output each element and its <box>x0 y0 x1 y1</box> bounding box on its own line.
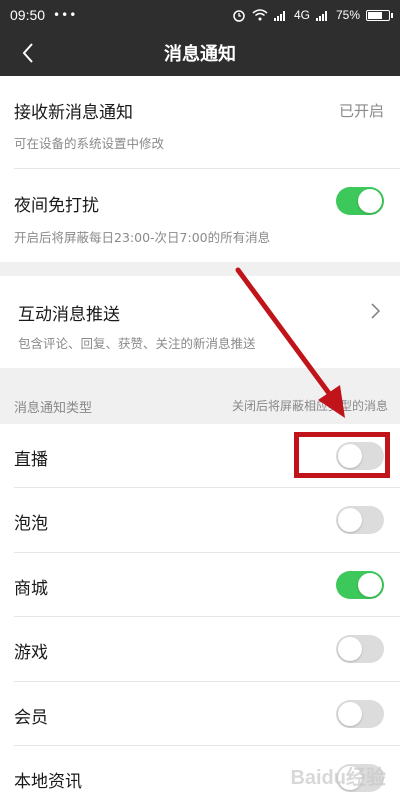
toggle-knob <box>358 573 382 597</box>
section-header: 消息通知类型 关闭后将屏蔽相应类型的消息 <box>0 386 400 424</box>
type-row-bubble: 泡泡 <box>0 488 400 553</box>
section-title: 消息通知类型 <box>14 401 93 416</box>
back-button[interactable] <box>8 30 48 76</box>
interaction-push-row[interactable]: 互动消息推送 包含评论、回复、获赞、关注的新消息推送 <box>0 276 400 368</box>
toggle-knob <box>338 702 362 726</box>
night-mode-toggle[interactable] <box>336 187 384 215</box>
type-label: 直播 <box>14 450 48 470</box>
type-label: 商城 <box>14 579 48 599</box>
battery-icon <box>366 9 393 21</box>
type-toggle[interactable] <box>336 635 384 663</box>
type-row-game: 游戏 <box>0 617 400 682</box>
night-mode-row: 夜间免打扰 开启后将屏蔽每日23:00-次日7:00的所有消息 <box>0 169 400 262</box>
receive-notifications-title: 接收新消息通知 <box>14 103 133 123</box>
receive-notifications-subtitle: 可在设备的系统设置中修改 <box>14 136 165 151</box>
signal-icon-2 <box>315 11 327 21</box>
toggle-knob <box>338 508 362 532</box>
type-toggle[interactable] <box>336 700 384 728</box>
type-row-mall: 商城 <box>0 553 400 617</box>
section-hint: 关闭后将屏蔽相应类型的消息 <box>231 399 388 413</box>
interaction-push-title: 互动消息推送 <box>18 305 120 325</box>
interaction-push-subtitle: 包含评论、回复、获赞、关注的新消息推送 <box>18 336 256 351</box>
toggle-knob <box>338 637 362 661</box>
chevron-right-icon <box>371 303 380 319</box>
notification-dots: ••• <box>53 8 78 22</box>
battery-fill <box>368 11 383 19</box>
type-label: 会员 <box>14 708 48 728</box>
status-time: 09:50 <box>10 7 46 23</box>
nav-bar: 消息通知 <box>0 30 400 76</box>
type-toggle[interactable] <box>336 571 384 599</box>
type-label: 本地资讯 <box>14 772 82 792</box>
network-type: 4G <box>293 8 310 22</box>
alarm-icon <box>233 10 245 22</box>
type-label: 游戏 <box>14 643 48 663</box>
type-label: 泡泡 <box>14 514 48 534</box>
watermark: Baidu经验 <box>290 767 386 789</box>
receive-notifications-row[interactable]: 接收新消息通知 已开启 可在设备的系统设置中修改 <box>0 76 400 169</box>
wifi-icon <box>252 9 268 21</box>
battery-percent: 75% <box>335 8 360 22</box>
page-title: 消息通知 <box>164 44 236 65</box>
signal-icon <box>273 11 285 21</box>
status-bar: 09:50 ••• 4G 75% <box>0 0 400 30</box>
receive-notifications-status: 已开启 <box>338 102 384 120</box>
status-icons: 4G 75% <box>232 8 393 22</box>
chevron-left-icon <box>22 43 33 63</box>
annotation-highlight-box <box>294 432 390 478</box>
type-toggle[interactable] <box>336 506 384 534</box>
toggle-knob <box>358 189 382 213</box>
type-row-member: 会员 <box>0 682 400 746</box>
night-mode-title: 夜间免打扰 <box>14 196 99 216</box>
night-mode-subtitle: 开启后将屏蔽每日23:00-次日7:00的所有消息 <box>14 230 271 245</box>
